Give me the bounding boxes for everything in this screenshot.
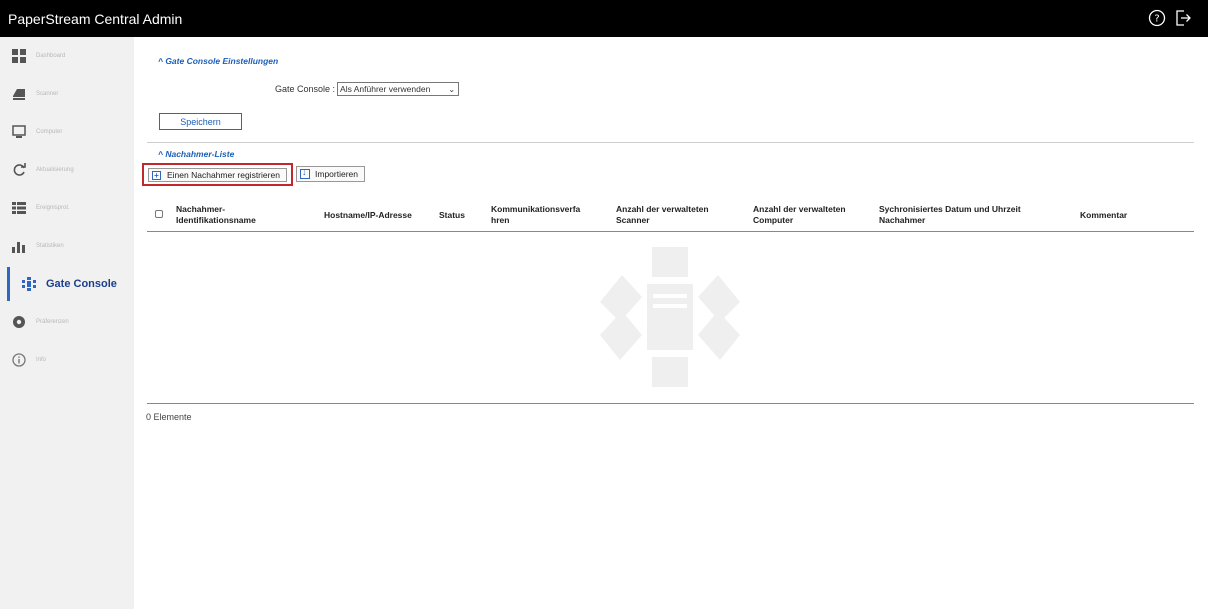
import-button[interactable]: Importieren bbox=[296, 166, 365, 182]
chevron-down-icon: ⌄ bbox=[448, 84, 456, 94]
sidebar-item-praeferenzen[interactable]: Präferenzen bbox=[0, 303, 134, 341]
sidebar-item-label: Computer bbox=[36, 129, 63, 135]
import-label: Importieren bbox=[315, 169, 358, 179]
sidebar-item-gate-console[interactable]: Gate Console bbox=[0, 265, 134, 303]
statistics-icon bbox=[12, 242, 25, 253]
register-button-highlight: + Einen Nachahmer registrieren bbox=[142, 163, 293, 186]
sidebar-item-label: Gate Console bbox=[46, 278, 117, 290]
sidebar: Dashboard Scanner Computer Aktualisierun… bbox=[0, 37, 134, 609]
table-footer-divider bbox=[147, 403, 1194, 404]
sidebar-item-statistiken[interactable]: Statistiken bbox=[0, 227, 134, 265]
info-icon bbox=[12, 353, 26, 367]
sidebar-item-info[interactable]: Info bbox=[0, 341, 134, 379]
svg-text:?: ? bbox=[1154, 14, 1159, 25]
register-follower-label: Einen Nachahmer registrieren bbox=[167, 170, 280, 180]
settings-section-toggle[interactable]: ^ Gate Console Einstellungen bbox=[158, 56, 278, 66]
sidebar-item-computer[interactable]: Computer bbox=[0, 113, 134, 151]
item-count: 0 Elemente bbox=[146, 412, 192, 422]
gear-icon bbox=[13, 316, 25, 328]
column-header-status[interactable]: Status bbox=[439, 210, 489, 221]
sidebar-item-aktualisierung[interactable]: Aktualisierung bbox=[0, 151, 134, 189]
sidebar-item-ereignisprot[interactable]: Ereignisprot. bbox=[0, 189, 134, 227]
gate-console-icon bbox=[22, 277, 36, 291]
column-header-comment[interactable]: Kommentar bbox=[1080, 210, 1180, 221]
import-icon bbox=[300, 167, 310, 179]
gate-console-label: Gate Console : bbox=[275, 84, 336, 94]
register-follower-button[interactable]: + Einen Nachahmer registrieren bbox=[148, 168, 287, 182]
sidebar-item-label: Dashboard bbox=[36, 53, 66, 59]
sidebar-item-scanner[interactable]: Scanner bbox=[0, 75, 134, 113]
gate-console-row: Gate Console : Als Anführer verwenden ⌄ bbox=[275, 82, 460, 96]
sidebar-item-dashboard[interactable]: Dashboard bbox=[0, 37, 134, 75]
computer-icon bbox=[12, 125, 26, 138]
gate-console-select[interactable]: Als Anführer verwenden ⌄ bbox=[337, 82, 460, 96]
column-header-sync-datetime[interactable]: Sychronisiertes Datum und Uhrzeit Nachah… bbox=[879, 204, 1069, 226]
section-divider bbox=[147, 142, 1194, 143]
top-bar: PaperStream Central Admin ? bbox=[0, 0, 1208, 37]
sidebar-item-label: Aktualisierung bbox=[36, 167, 74, 173]
dashboard-icon bbox=[12, 49, 26, 63]
refresh-icon bbox=[13, 163, 26, 176]
follower-section-toggle[interactable]: ^ Nachahmer-Liste bbox=[158, 149, 234, 159]
sidebar-item-label: Präferenzen bbox=[36, 319, 69, 325]
scanner-icon bbox=[13, 89, 25, 100]
add-icon: + bbox=[152, 170, 161, 180]
sidebar-item-label: Info bbox=[36, 357, 47, 363]
sidebar-item-label: Scanner bbox=[36, 91, 59, 97]
app-title: PaperStream Central Admin bbox=[8, 10, 183, 27]
column-header-hostname[interactable]: Hostname/IP-Adresse bbox=[324, 210, 439, 221]
save-button[interactable]: Speichern bbox=[159, 113, 242, 130]
column-header-communication-method[interactable]: Kommunikationsverfa hren bbox=[491, 204, 609, 226]
column-header-identification-name[interactable]: Nachahmer- Identifikationsname bbox=[176, 204, 306, 226]
select-all-checkbox[interactable] bbox=[155, 210, 163, 218]
gate-console-select-value: Als Anführer verwenden bbox=[340, 84, 431, 94]
help-circle-icon[interactable]: ? bbox=[1148, 9, 1166, 27]
sidebar-item-label: Statistiken bbox=[36, 243, 64, 249]
logout-icon[interactable] bbox=[1174, 9, 1192, 27]
column-header-managed-computers[interactable]: Anzahl der verwalteten Computer bbox=[753, 204, 883, 226]
main-content: ^ Gate Console Einstellungen Gate Consol… bbox=[134, 37, 1208, 609]
column-header-managed-scanners[interactable]: Anzahl der verwalteten Scanner bbox=[616, 204, 746, 226]
table-header: Nachahmer- Identifikationsname Hostname/… bbox=[147, 199, 1194, 232]
event-log-icon bbox=[12, 202, 26, 214]
empty-state-icon bbox=[600, 247, 740, 387]
sidebar-item-label: Ereignisprot. bbox=[36, 205, 70, 211]
